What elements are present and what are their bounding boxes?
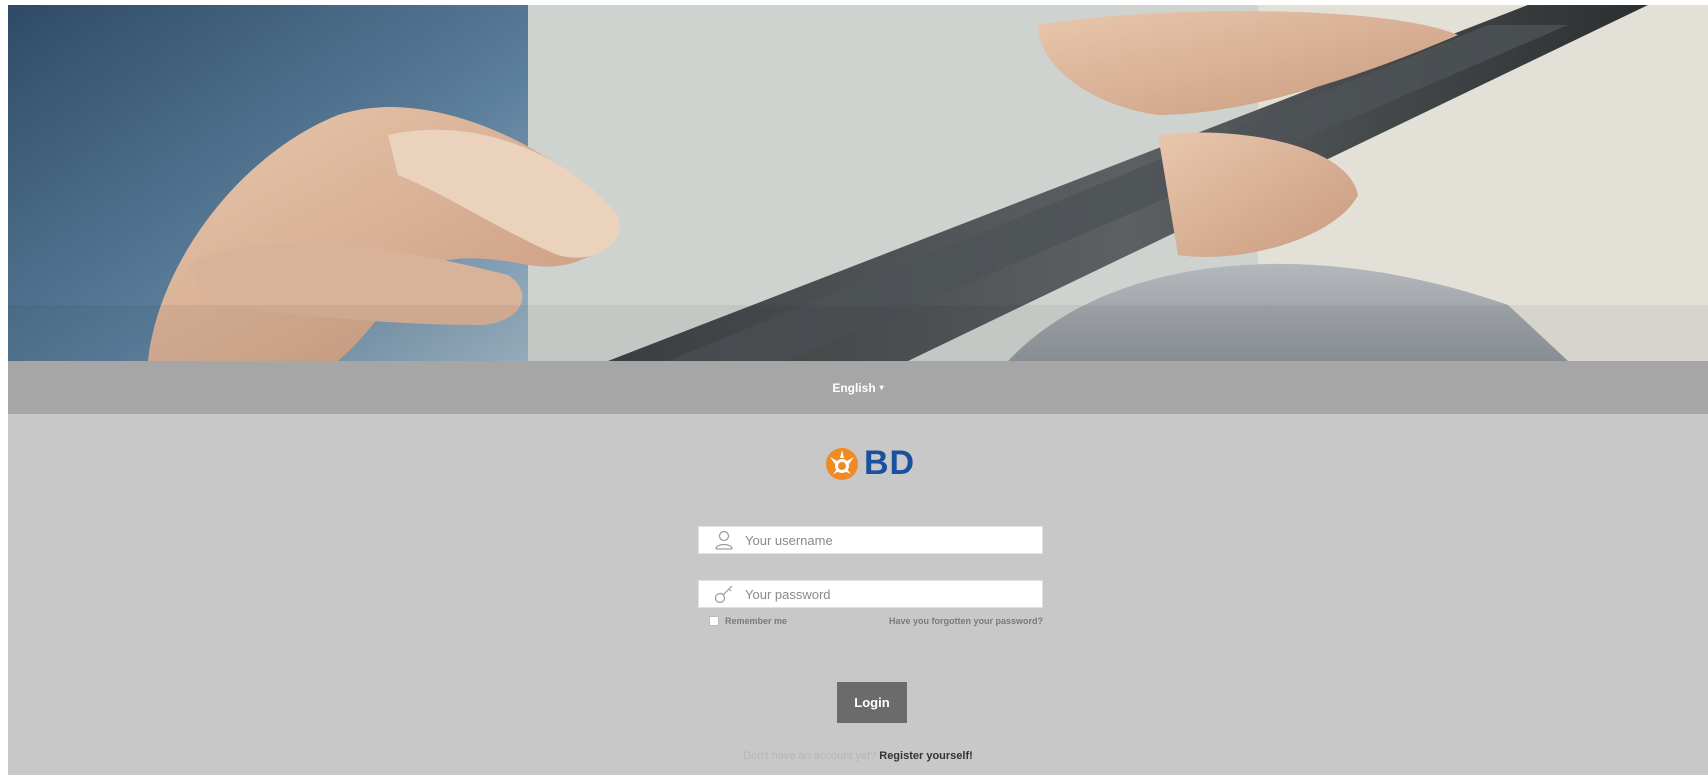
key-icon [711,581,737,607]
forgot-password-link[interactable]: Have you forgotten your password? [889,616,1043,626]
password-input[interactable] [745,586,1035,602]
language-label: English [832,380,876,395]
user-icon [711,527,737,553]
register-row: Don't have an account yet? Register your… [8,750,1708,762]
register-prompt: Don't have an account yet? [743,750,877,762]
chevron-down-icon: ▾ [879,383,884,392]
password-field[interactable] [698,580,1043,608]
remember-me-label: Remember me [725,616,788,626]
language-selector[interactable]: English ▾ [832,381,883,395]
language-bar: English ▾ [8,361,1708,414]
hero-image [8,5,1708,361]
logo-text: BD [864,444,916,482]
login-button[interactable]: Login [837,682,907,723]
username-field[interactable] [698,526,1043,554]
bd-starburst-logo-icon [826,447,858,480]
register-link[interactable]: Register yourself! [879,750,973,762]
remember-me-checkbox[interactable] [709,616,719,626]
bd-logo: BD [825,444,915,483]
hand-tablet-photo [8,5,1708,361]
username-input[interactable] [745,532,1035,548]
login-page: English ▾ BD Your username Remember me H… [0,0,1708,775]
login-panel: BD Your username Remember me Have you fo… [8,414,1708,775]
remember-me[interactable]: Remember me [709,616,787,626]
login-options: Remember me Have you forgotten your pass… [698,616,1043,626]
